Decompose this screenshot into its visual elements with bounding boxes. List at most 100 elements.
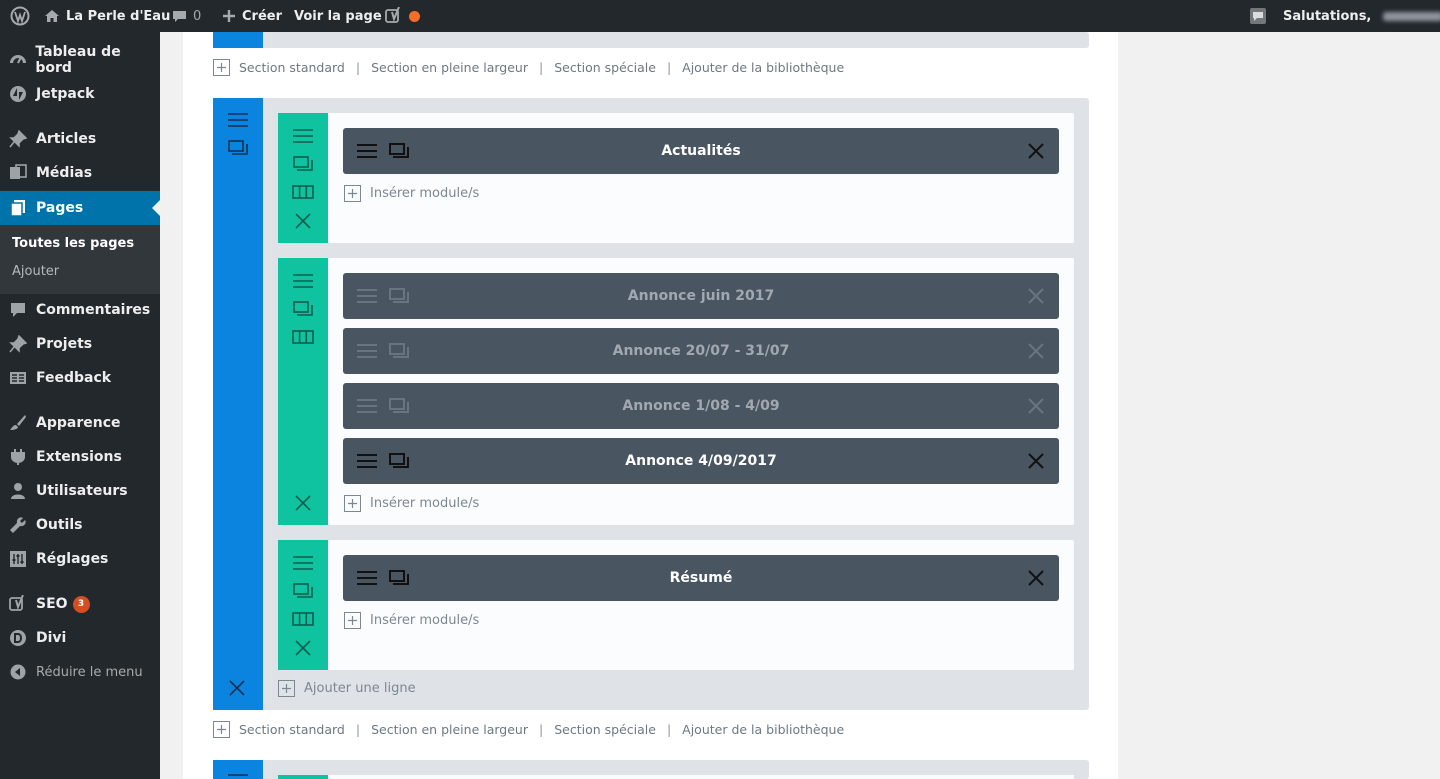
row-2: Annonce juin 2017 Annonce 20/07 - 31/07 … xyxy=(278,258,1074,525)
section-delete-icon[interactable] xyxy=(229,680,245,696)
module-block[interactable]: Actualités xyxy=(343,128,1059,174)
menu-item-pages[interactable]: Pages xyxy=(0,191,160,225)
menu-item-feedback[interactable]: Feedback xyxy=(0,361,160,395)
menu-item-dashboard[interactable]: Tableau de bord xyxy=(0,43,160,77)
section-handle-previous[interactable] xyxy=(213,32,263,48)
menu-item-divi[interactable]: Divi xyxy=(0,621,160,655)
row-handle-next[interactable] xyxy=(278,775,328,779)
collapse-menu-button[interactable]: Réduire le menu xyxy=(0,655,160,689)
menu-item-articles[interactable]: Articles xyxy=(0,122,160,156)
menu-label: Apparence xyxy=(36,415,121,431)
menu-item-tools[interactable]: Outils xyxy=(0,508,160,542)
section-previous xyxy=(213,32,1089,48)
add-from-library-link[interactable]: Ajouter de la bibliothèque xyxy=(682,60,844,75)
module-delete-icon[interactable] xyxy=(1027,452,1045,470)
add-special-section-link[interactable]: Section spéciale xyxy=(554,722,656,737)
add-special-section-link[interactable]: Section spéciale xyxy=(554,60,656,75)
menu-label: Extensions xyxy=(36,449,122,465)
menu-item-projects[interactable]: Projets xyxy=(0,327,160,361)
comment-bubble-icon xyxy=(172,9,187,24)
module-delete-icon[interactable] xyxy=(1027,569,1045,587)
divi-icon xyxy=(0,629,36,647)
menu-item-seo[interactable]: SEO 3 xyxy=(0,587,160,621)
add-standard-section-link[interactable]: Section standard xyxy=(239,722,345,737)
plus-icon xyxy=(222,9,236,23)
module-block-disabled[interactable]: Annonce juin 2017 xyxy=(343,273,1059,319)
module-delete-icon[interactable] xyxy=(1027,142,1045,160)
module-block-disabled[interactable]: Annonce 20/07 - 31/07 xyxy=(343,328,1059,374)
comments-link[interactable]: 0 xyxy=(172,0,201,32)
row-columns-icon[interactable] xyxy=(278,612,328,626)
admin-bar: La Perle d'Eau 0 Créer Voir la page Salu… xyxy=(0,0,1440,32)
menu-item-users[interactable]: Utilisateurs xyxy=(0,474,160,508)
insert-module-button[interactable]: Insérer module/s xyxy=(344,612,479,629)
module-block[interactable]: Résumé xyxy=(343,555,1059,601)
menu-label: Réduire le menu xyxy=(36,664,143,680)
submenu-add-page[interactable]: Ajouter xyxy=(12,264,59,279)
row-move-icon[interactable] xyxy=(278,273,328,289)
menu-item-extensions[interactable]: Extensions xyxy=(0,440,160,474)
add-row-button[interactable]: Ajouter une ligne xyxy=(278,680,416,697)
create-new-link[interactable]: Créer xyxy=(222,0,282,32)
menu-item-jetpack[interactable]: Jetpack xyxy=(0,77,160,111)
menu-label: Jetpack xyxy=(36,86,95,102)
add-fullwidth-section-link[interactable]: Section en pleine largeur xyxy=(371,60,528,75)
menu-item-comments[interactable]: Commentaires xyxy=(0,293,160,327)
menu-label: Médias xyxy=(36,165,93,181)
row-settings-icon[interactable] xyxy=(278,301,328,317)
section-move-icon[interactable] xyxy=(228,112,248,128)
row-settings-icon[interactable] xyxy=(278,583,328,599)
yoast-seo-menu[interactable] xyxy=(385,0,420,32)
row-delete-icon[interactable] xyxy=(278,640,328,656)
add-plus-icon xyxy=(278,680,295,697)
view-page-link[interactable]: Voir la page xyxy=(294,0,382,32)
menu-label: Tableau de bord xyxy=(35,44,121,76)
insert-module-button[interactable]: Insérer module/s xyxy=(344,185,479,202)
module-block-disabled[interactable]: Annonce 1/08 - 4/09 xyxy=(343,383,1059,429)
menu-label: Articles xyxy=(36,131,97,147)
row-settings-icon[interactable] xyxy=(278,156,328,172)
pages-submenu: Toutes les pages Ajouter xyxy=(0,225,160,294)
submenu-all-pages[interactable]: Toutes les pages xyxy=(12,236,134,251)
row-move-icon[interactable] xyxy=(278,128,328,144)
admin-sidebar: Tableau de bord Jetpack Articles Médias … xyxy=(0,32,160,779)
insert-module-button[interactable]: Insérer module/s xyxy=(344,495,479,512)
wordpress-logo-icon[interactable] xyxy=(10,0,30,32)
my-account-menu[interactable]: Salutations, xyxy=(1283,0,1440,32)
yoast-icon xyxy=(385,7,403,25)
pages-icon xyxy=(0,199,36,217)
notifications-icon[interactable] xyxy=(1249,0,1267,32)
section-handle-next[interactable] xyxy=(213,760,263,779)
module-delete-icon[interactable] xyxy=(1027,397,1045,415)
comments-icon xyxy=(0,301,36,319)
add-fullwidth-section-link[interactable]: Section en pleine largeur xyxy=(371,722,528,737)
section-handle[interactable] xyxy=(213,98,263,710)
seo-badge: 3 xyxy=(72,595,90,613)
dashboard-icon xyxy=(0,51,35,69)
section-move-icon[interactable] xyxy=(228,773,248,779)
row-columns-icon[interactable] xyxy=(278,185,328,199)
menu-item-appearance[interactable]: Apparence xyxy=(0,406,160,440)
row-1: Actualités Insérer module/s xyxy=(278,113,1074,243)
module-delete-icon[interactable] xyxy=(1027,342,1045,360)
module-block[interactable]: Annonce 4/09/2017 xyxy=(343,438,1059,484)
row-columns-icon[interactable] xyxy=(278,330,328,344)
site-name-link[interactable]: La Perle d'Eau xyxy=(44,0,170,32)
row-handle[interactable] xyxy=(278,258,328,525)
row-handle[interactable] xyxy=(278,540,328,670)
module-delete-icon[interactable] xyxy=(1027,287,1045,305)
settings-icon xyxy=(0,550,36,568)
row-move-icon[interactable] xyxy=(278,555,328,571)
home-icon xyxy=(44,8,60,24)
row-delete-icon[interactable] xyxy=(278,213,328,229)
row-delete-icon[interactable] xyxy=(278,495,328,511)
seo-status-dot xyxy=(409,10,420,22)
add-from-library-link[interactable]: Ajouter de la bibliothèque xyxy=(682,722,844,737)
menu-item-medias[interactable]: Médias xyxy=(0,156,160,190)
separator: | xyxy=(666,721,672,737)
menu-item-settings[interactable]: Réglages xyxy=(0,542,160,576)
add-standard-section-link[interactable]: Section standard xyxy=(239,60,345,75)
section-settings-icon[interactable] xyxy=(228,140,248,156)
row-handle[interactable] xyxy=(278,113,328,243)
feedback-icon xyxy=(0,369,36,387)
